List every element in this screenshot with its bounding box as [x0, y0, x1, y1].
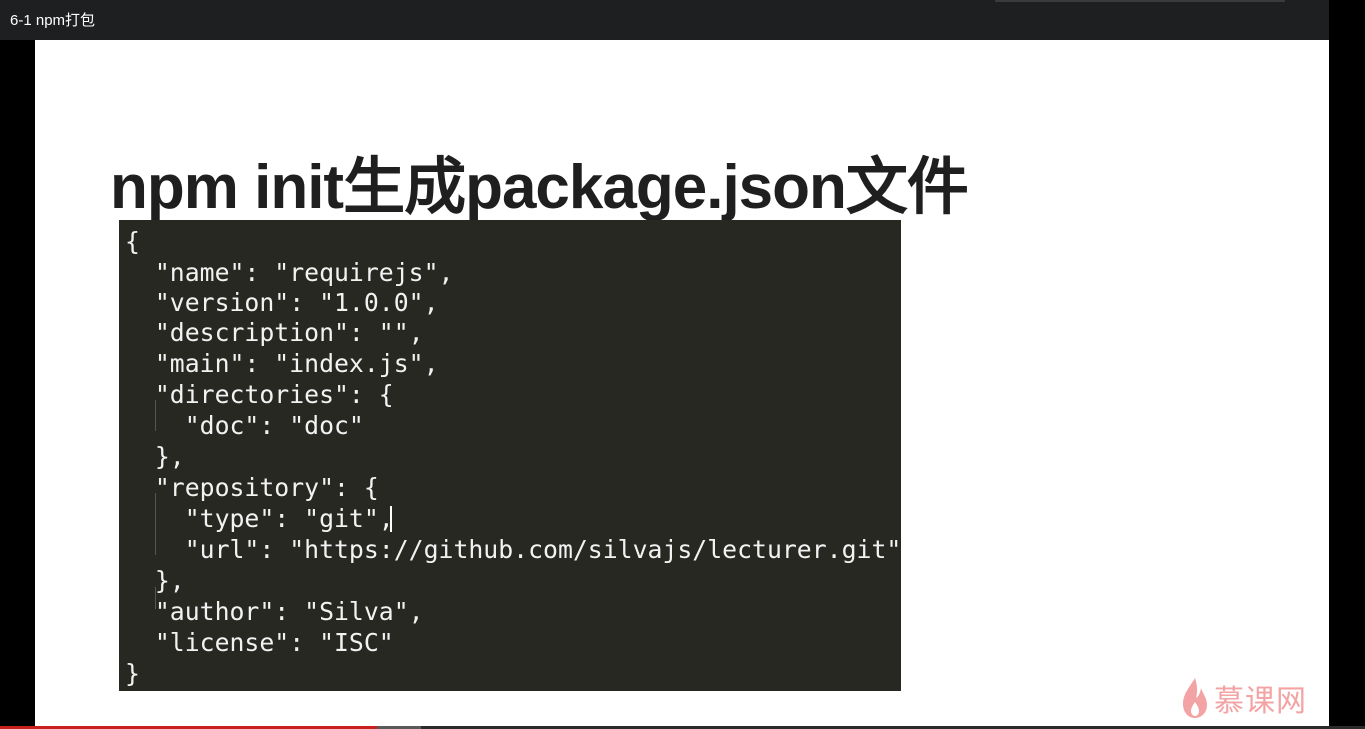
slide: | | | | npm init生成package.json文件 { "name… [35, 40, 1329, 726]
code-line: "name": "requirejs", [125, 258, 454, 287]
code-line: { [125, 227, 140, 256]
code-line: "url": "https://github.com/silvajs/lectu… [125, 535, 901, 564]
code-line: }, [125, 442, 185, 471]
slide-title: npm init生成package.json文件 [110, 153, 969, 222]
code-line: "doc": "doc" [125, 411, 364, 440]
logo-text: 慕课网 [1214, 684, 1307, 719]
code-line: "type": "git", [125, 504, 394, 533]
code-line: }, [125, 566, 185, 595]
code-line: "author": "Silva", [125, 597, 424, 626]
title-bar-divider [995, 0, 1285, 2]
code-line: "version": "1.0.0", [125, 288, 439, 317]
code-line: "directories": { [125, 380, 394, 409]
code-line: } [125, 659, 140, 688]
code-line: "license": "ISC" [125, 628, 394, 657]
flame-icon [1183, 678, 1207, 718]
window-title: 6-1 npm打包 [10, 12, 96, 29]
imooc-logo: 慕课网 [1180, 676, 1307, 720]
code-line: "repository": { [125, 473, 379, 502]
code-line: "description": "", [125, 318, 424, 347]
code-block: { "name": "requirejs", "version": "1.0.0… [119, 220, 901, 691]
code-line: "main": "index.js", [125, 349, 439, 378]
window-title-bar: 6-1 npm打包 [0, 0, 1329, 40]
